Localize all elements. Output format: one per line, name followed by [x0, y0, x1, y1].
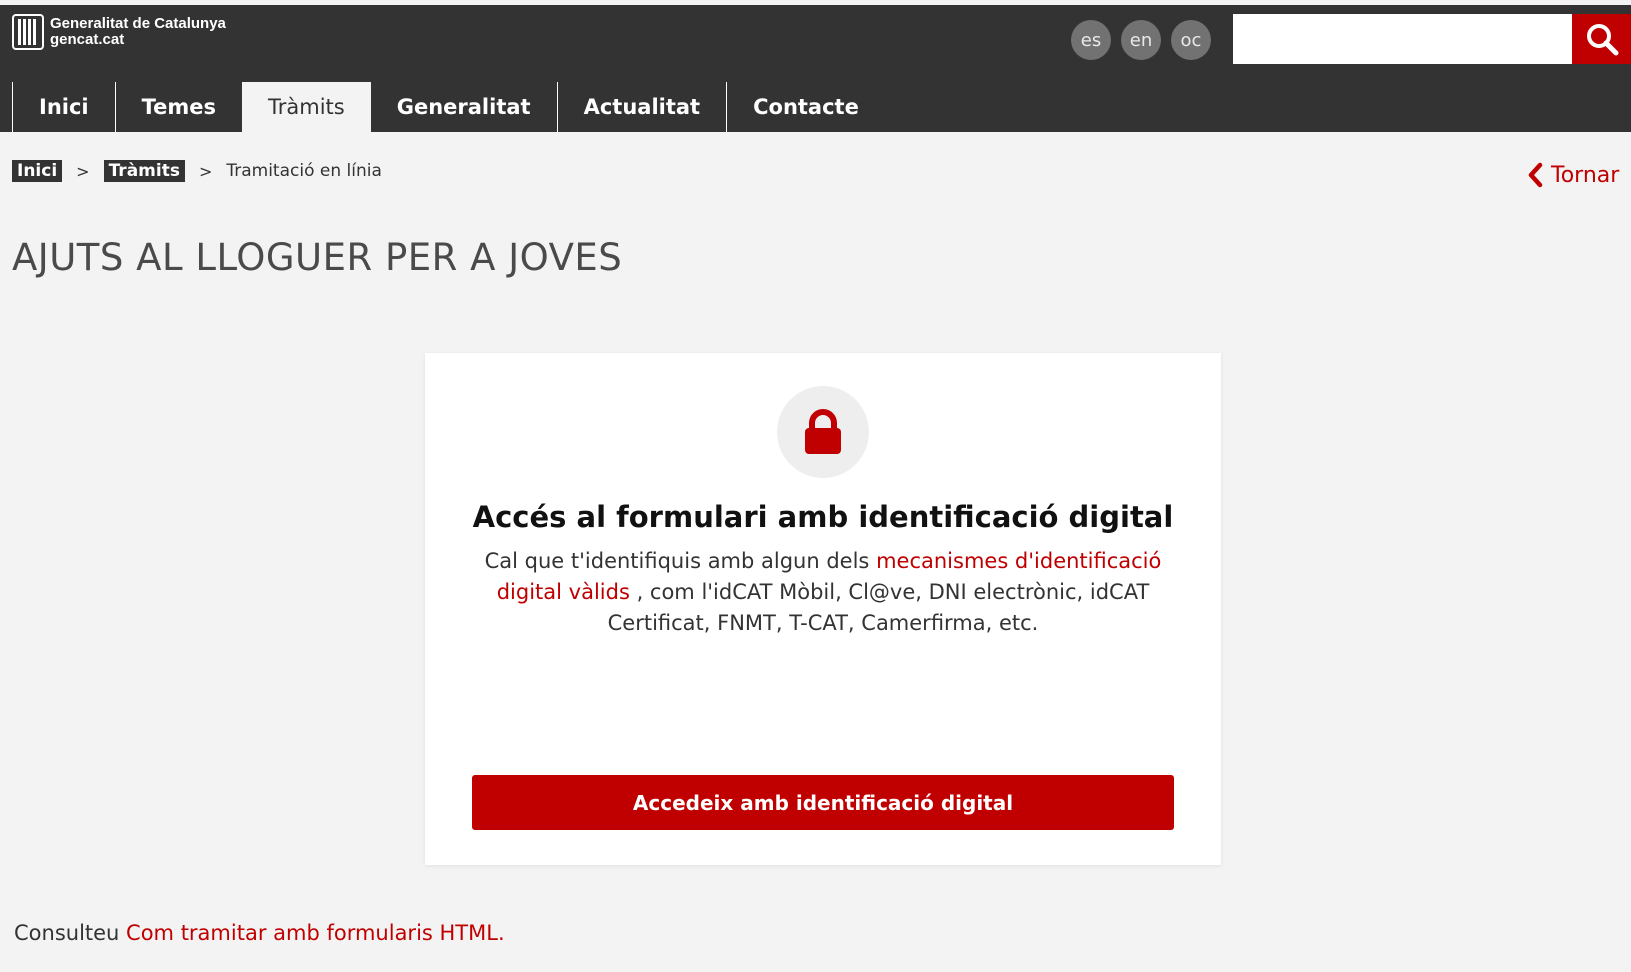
lock-badge: [777, 386, 869, 478]
chevron-left-icon: [1528, 162, 1543, 188]
page-title: AJUTS AL LLOGUER PER A JOVES: [12, 236, 623, 279]
search-input[interactable]: [1233, 14, 1572, 64]
search-icon: [1586, 24, 1618, 56]
nav-item-actualitat[interactable]: Actualitat: [556, 82, 727, 132]
logo-text: Generalitat de Catalunya gencat.cat: [50, 16, 226, 48]
top-edge: [0, 0, 1631, 5]
breadcrumb-current: Tramitació en línia: [226, 161, 382, 181]
breadcrumb-separator: >: [76, 161, 90, 181]
breadcrumb-inici[interactable]: Inici: [12, 160, 63, 182]
card-desc-text-after: , com l'idCAT Mòbil, Cl@ve, DNI electròn…: [607, 580, 1150, 635]
footer-note: Consulteu Com tramitar amb formularis HT…: [14, 921, 505, 945]
main-nav: Inici Temes Tràmits Generalitat Actualit…: [12, 82, 885, 132]
lock-icon: [805, 409, 841, 454]
top-header: Generalitat de Catalunya gencat.cat es e…: [0, 0, 1631, 132]
lang-en-button[interactable]: en: [1121, 20, 1161, 60]
nav-item-contacte[interactable]: Contacte: [726, 82, 885, 132]
card-desc-text-before: Cal que t'identifiquis amb algun dels: [484, 549, 877, 573]
card-description: Cal que t'identifiquis amb algun dels me…: [481, 546, 1165, 639]
logo-line-2: gencat.cat: [50, 31, 125, 48]
breadcrumb-separator: >: [198, 161, 213, 181]
gencat-logo[interactable]: Generalitat de Catalunya gencat.cat: [12, 14, 226, 50]
breadcrumb: Inici > Tràmits > Tramitació en línia: [12, 160, 382, 182]
back-link[interactable]: Tornar: [1527, 162, 1619, 188]
lang-es-button[interactable]: es: [1071, 20, 1111, 60]
html-forms-help-link[interactable]: Com tramitar amb formularis HTML.: [126, 921, 505, 945]
access-card: Accés al formulari amb identificació dig…: [425, 353, 1221, 865]
nav-item-tramits[interactable]: Tràmits: [242, 82, 371, 132]
footer-note-prefix: Consulteu: [14, 921, 127, 945]
nav-item-generalitat[interactable]: Generalitat: [371, 82, 557, 132]
breadcrumb-tramits[interactable]: Tràmits: [103, 160, 185, 182]
lang-oc-button[interactable]: oc: [1171, 20, 1211, 60]
nav-item-inici[interactable]: Inici: [12, 82, 115, 132]
search-button[interactable]: [1572, 14, 1631, 64]
back-link-label: Tornar: [1551, 162, 1620, 188]
generalitat-emblem-icon: [12, 14, 44, 50]
logo-line-1: Generalitat de Catalunya: [50, 15, 226, 32]
digital-access-button[interactable]: Accedeix amb identificació digital: [472, 775, 1174, 830]
card-title: Accés al formulari amb identificació dig…: [472, 500, 1174, 534]
language-selector: es en oc: [1071, 20, 1211, 60]
nav-item-temes[interactable]: Temes: [114, 82, 242, 132]
